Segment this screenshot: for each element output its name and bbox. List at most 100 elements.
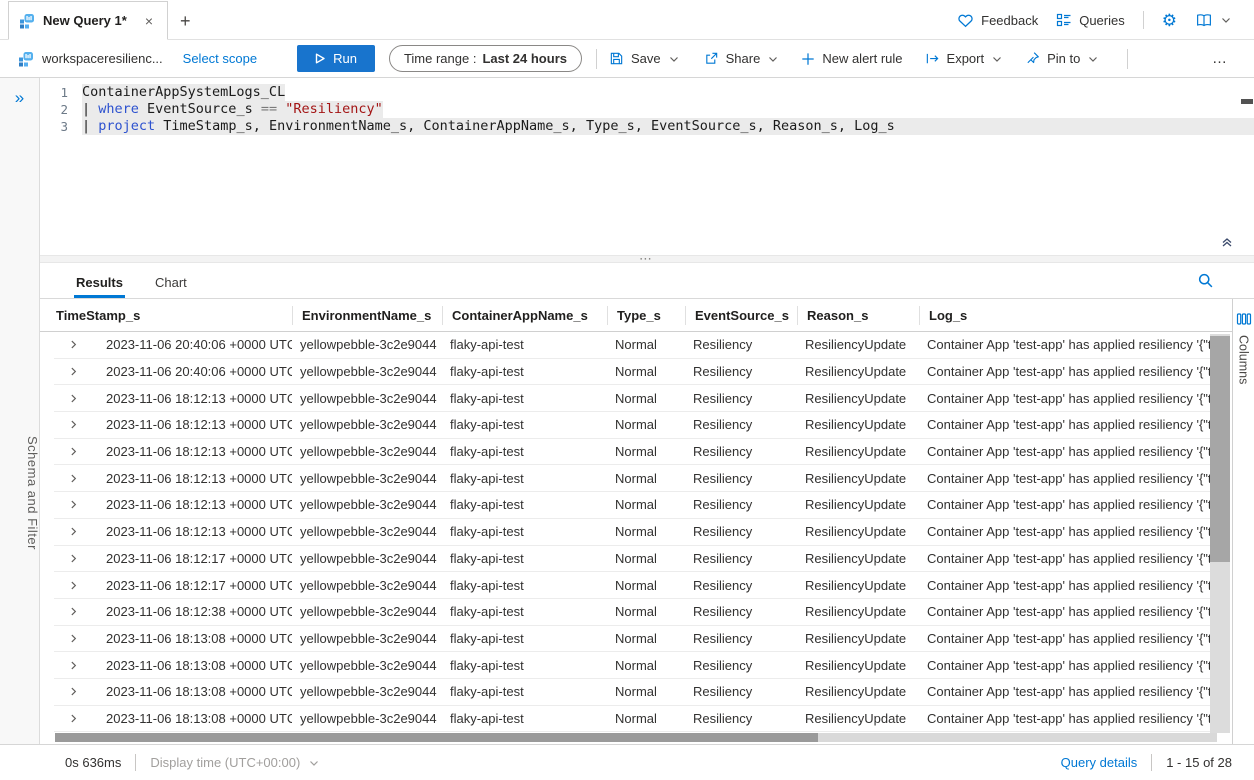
table-row[interactable]: 2023-11-06 18:13:08 +0000 UTC yellowpebb…	[54, 706, 1224, 733]
table-row[interactable]: 2023-11-06 18:12:13 +0000 UTC yellowpebb…	[54, 465, 1224, 492]
row-expander[interactable]	[54, 446, 92, 457]
results-tab-row: Results Chart	[40, 263, 1254, 299]
table-row[interactable]: 2023-11-06 18:12:17 +0000 UTC yellowpebb…	[54, 546, 1224, 573]
pin-to-button[interactable]: Pin to	[1025, 51, 1099, 66]
cell-log: Container App 'test-app' has applied res…	[919, 471, 1224, 486]
cell-environment-name: yellowpebble-3c2e9044	[292, 497, 442, 512]
table-row[interactable]: 2023-11-06 20:40:06 +0000 UTC yellowpebb…	[54, 332, 1224, 359]
row-expander[interactable]	[54, 473, 92, 484]
column-header-timestamp[interactable]: TimeStamp_s	[54, 299, 292, 331]
tab-results[interactable]: Results	[74, 269, 125, 298]
row-expander[interactable]	[54, 366, 92, 377]
cell-event-source: Resiliency	[685, 658, 797, 673]
query-details-link[interactable]: Query details	[1061, 755, 1138, 770]
run-button[interactable]: Run	[297, 45, 375, 72]
expand-sidebar-icon[interactable]: »	[0, 88, 39, 108]
table-row[interactable]: 2023-11-06 20:40:06 +0000 UTC yellowpebb…	[54, 359, 1224, 386]
save-button[interactable]: Save	[609, 51, 680, 66]
search-results-button[interactable]	[1197, 272, 1214, 289]
cell-timestamp: 2023-11-06 20:40:06 +0000 UTC	[92, 337, 292, 352]
play-icon	[315, 53, 325, 64]
select-scope-link[interactable]: Select scope	[183, 51, 257, 66]
vertical-scrollbar-thumb[interactable]	[1210, 336, 1230, 562]
row-expander[interactable]	[54, 499, 92, 510]
close-tab-icon[interactable]: ×	[143, 13, 155, 29]
cell-event-source: Resiliency	[685, 578, 797, 593]
table-row[interactable]: 2023-11-06 18:13:08 +0000 UTC yellowpebb…	[54, 626, 1224, 653]
cell-log: Container App 'test-app' has applied res…	[919, 417, 1224, 432]
cell-log: Container App 'test-app' has applied res…	[919, 711, 1224, 726]
search-icon	[1197, 272, 1214, 289]
queries-button[interactable]: Queries	[1056, 12, 1125, 28]
table-row[interactable]: 2023-11-06 18:12:13 +0000 UTC yellowpebb…	[54, 385, 1224, 412]
cell-log: Container App 'test-app' has applied res…	[919, 497, 1224, 512]
cell-event-source: Resiliency	[685, 631, 797, 646]
settings-button[interactable]: ⚙	[1162, 12, 1177, 29]
panel-splitter[interactable]: ⋯	[40, 255, 1254, 263]
table-row[interactable]: 2023-11-06 18:13:08 +0000 UTC yellowpebb…	[54, 679, 1224, 706]
row-expander[interactable]	[54, 553, 92, 564]
horizontal-scrollbar-thumb[interactable]	[55, 733, 818, 742]
feedback-button[interactable]: Feedback	[957, 12, 1038, 29]
reference-book-button[interactable]	[1195, 12, 1232, 29]
row-expander[interactable]	[54, 393, 92, 404]
run-label: Run	[333, 51, 357, 66]
column-header-type[interactable]: Type_s	[607, 299, 685, 331]
tab-new-query-1[interactable]: New Query 1* ×	[8, 1, 168, 40]
table-row[interactable]: 2023-11-06 18:12:13 +0000 UTC yellowpebb…	[54, 412, 1224, 439]
row-expander[interactable]	[54, 660, 92, 671]
editor-line: 3| project TimeStamp_s, EnvironmentName_…	[40, 118, 1254, 135]
divider	[596, 49, 597, 69]
row-expander[interactable]	[54, 339, 92, 350]
row-expander[interactable]	[54, 686, 92, 697]
share-button[interactable]: Share	[704, 51, 780, 66]
row-expander[interactable]	[54, 526, 92, 537]
table-row[interactable]: 2023-11-06 18:12:13 +0000 UTC yellowpebb…	[54, 492, 1224, 519]
tabbar-actions: Feedback Queries ⚙	[957, 11, 1254, 39]
columns-side-panel[interactable]: Columns	[1232, 299, 1254, 744]
row-expander[interactable]	[54, 606, 92, 617]
cell-container-app-name: flaky-api-test	[442, 337, 607, 352]
time-range-picker[interactable]: Time range : Last 24 hours	[389, 45, 582, 72]
results-table-body: 2023-11-06 20:40:06 +0000 UTC yellowpebb…	[54, 332, 1224, 732]
cell-container-app-name: flaky-api-test	[442, 711, 607, 726]
new-tab-button[interactable]: +	[180, 12, 191, 30]
chevron-right-icon	[68, 553, 79, 564]
collapse-editor-button[interactable]	[1220, 235, 1234, 249]
row-expander[interactable]	[54, 580, 92, 591]
new-alert-rule-button[interactable]: New alert rule	[801, 51, 902, 66]
column-header-containerapp[interactable]: ContainerAppName_s	[442, 299, 607, 331]
chevron-down-icon	[668, 53, 680, 65]
row-expander[interactable]	[54, 633, 92, 644]
column-header-eventsource[interactable]: EventSource_s	[685, 299, 797, 331]
tab-chart[interactable]: Chart	[153, 269, 189, 298]
vertical-scrollbar[interactable]	[1210, 334, 1230, 733]
export-button[interactable]: Export	[925, 51, 1004, 66]
cell-log: Container App 'test-app' has applied res…	[919, 631, 1224, 646]
token-plain: TimeStamp_s, EnvironmentName_s, Containe…	[155, 118, 895, 134]
table-row[interactable]: 2023-11-06 18:13:08 +0000 UTC yellowpebb…	[54, 652, 1224, 679]
cell-container-app-name: flaky-api-test	[442, 364, 607, 379]
table-row[interactable]: 2023-11-06 18:12:13 +0000 UTC yellowpebb…	[54, 439, 1224, 466]
chevron-right-icon	[68, 633, 79, 644]
more-commands-button[interactable]: …	[1212, 50, 1228, 67]
column-header-reason[interactable]: Reason_s	[797, 299, 919, 331]
kql-query-editor[interactable]: 1ContainerAppSystemLogs_CL 2| where Even…	[40, 78, 1254, 255]
column-header-log[interactable]: Log_s	[919, 299, 1232, 331]
row-expander[interactable]	[54, 419, 92, 430]
cell-type: Normal	[607, 364, 685, 379]
cell-container-app-name: flaky-api-test	[442, 631, 607, 646]
editor-scrollbar-thumb[interactable]	[1241, 99, 1253, 104]
plus-icon	[801, 52, 815, 66]
cell-timestamp: 2023-11-06 18:12:13 +0000 UTC	[92, 471, 292, 486]
token-string: "Resiliency"	[285, 101, 383, 117]
table-row[interactable]: 2023-11-06 18:12:17 +0000 UTC yellowpebb…	[54, 572, 1224, 599]
table-row[interactable]: 2023-11-06 18:12:38 +0000 UTC yellowpebb…	[54, 599, 1224, 626]
row-expander[interactable]	[54, 713, 92, 724]
table-row[interactable]: 2023-11-06 18:12:13 +0000 UTC yellowpebb…	[54, 519, 1224, 546]
cell-container-app-name: flaky-api-test	[442, 578, 607, 593]
horizontal-scrollbar[interactable]	[55, 733, 1217, 742]
column-header-environment[interactable]: EnvironmentName_s	[292, 299, 442, 331]
display-time-dropdown[interactable]: Display time (UTC+00:00)	[150, 755, 320, 770]
row-range-indicator: 1 - 15 of 28	[1166, 755, 1232, 770]
